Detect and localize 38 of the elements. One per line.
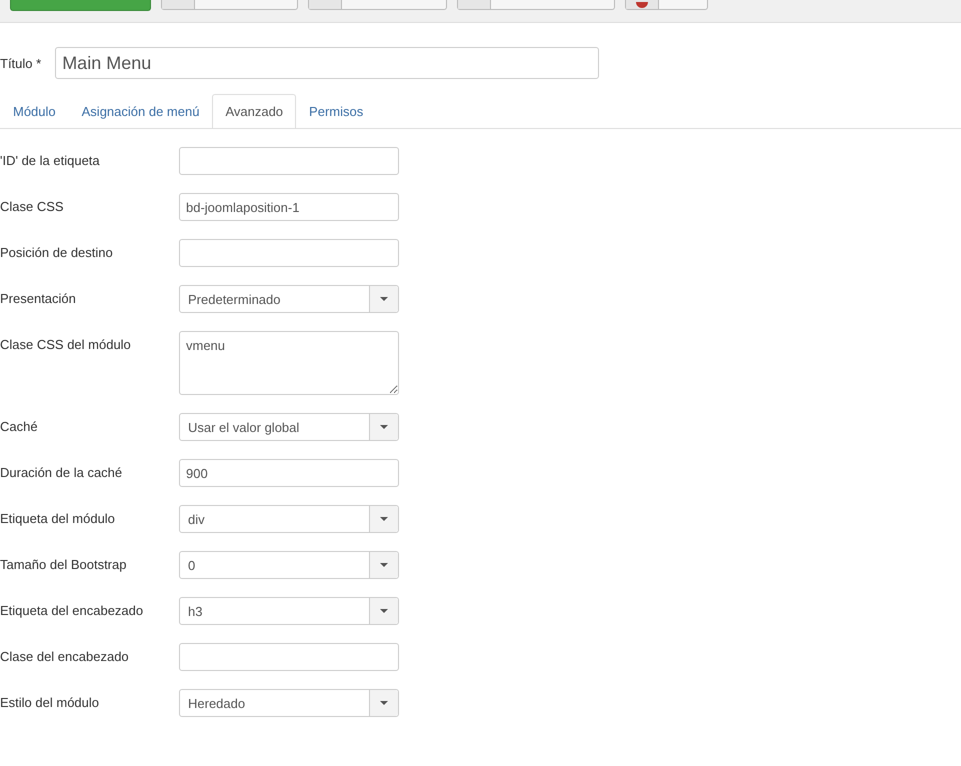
dropdown[interactable]: h3 (179, 597, 399, 625)
caret-icon (380, 701, 388, 705)
input-field[interactable] (179, 643, 399, 671)
dropdown[interactable]: Heredado (179, 689, 399, 717)
field-label: Posición de destino (0, 244, 114, 262)
title-field[interactable]: Main Menu (55, 47, 600, 79)
input-field[interactable] (179, 239, 399, 267)
field-label: Caché (0, 418, 39, 436)
dropdown[interactable]: 0 (179, 551, 399, 579)
field-label: Clase CSS del módulo (0, 336, 132, 354)
field-label: Etiqueta del encabezado (0, 602, 144, 620)
field-label: Presentación (0, 290, 77, 308)
field-label: Clase del encabezado (0, 648, 130, 666)
field-label: Etiqueta del módulo (0, 510, 116, 528)
field-label: Duración de la caché (0, 464, 124, 482)
field-label: Tamaño del Bootstrap (0, 556, 128, 574)
tab[interactable]: Avanzado (212, 94, 296, 128)
toolbar-button[interactable] (625, 0, 708, 10)
caret-icon (380, 609, 388, 613)
tab[interactable]: Permisos (296, 94, 376, 129)
input-field[interactable]: bd-joomlaposition-1 (179, 193, 399, 221)
caret-icon (380, 563, 388, 567)
dropdown[interactable]: Predeterminado (179, 285, 399, 313)
caret-icon (380, 517, 388, 521)
dropdown[interactable]: div (179, 505, 399, 533)
title-label: Título * (0, 56, 42, 70)
caret-icon (380, 297, 388, 301)
stop-icon (636, 2, 648, 8)
field-label: Estilo del módulo (0, 694, 100, 712)
field-label: Clase CSS (0, 198, 65, 216)
input-field[interactable] (179, 147, 399, 175)
tab[interactable]: Módulo (0, 94, 69, 129)
tab[interactable]: Asignación de menú (68, 94, 212, 129)
dropdown[interactable]: Usar el valor global (179, 413, 399, 441)
input-field[interactable]: 900 (179, 459, 399, 487)
text-area[interactable]: vmenu (179, 331, 399, 395)
caret-icon (380, 425, 388, 429)
field-label: 'ID' de la etiqueta (0, 152, 101, 170)
